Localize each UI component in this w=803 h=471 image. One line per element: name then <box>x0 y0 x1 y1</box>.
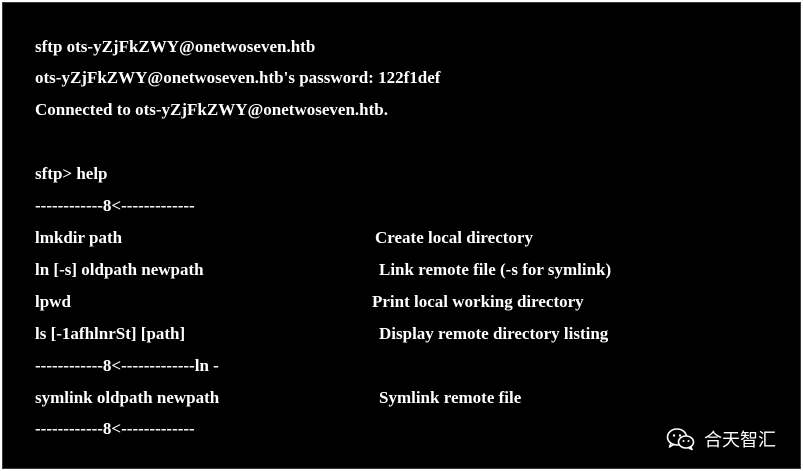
terminal-line-connected: Connected to ots-yZjFkZWY@onetwoseven.ht… <box>35 100 388 119</box>
command-name: ln [-s] oldpath newpath <box>35 260 204 279</box>
command-description: Symlink remote file <box>379 388 522 407</box>
command-name: symlink oldpath newpath <box>35 388 220 407</box>
watermark: 合天智汇 <box>666 426 776 452</box>
terminal-line-prompt-help: sftp> help <box>35 164 108 183</box>
command-description: Display remote directory listing <box>379 324 609 343</box>
watermark-text: 合天智汇 <box>704 430 776 451</box>
command-description: Create local directory <box>375 228 533 247</box>
command-name: ls [-1afhlnrSt] [path] <box>35 324 186 343</box>
command-description: Print local working directory <box>372 292 584 311</box>
terminal-window[interactable]: sftp ots-yZjFkZWY@onetwoseven.htb ots-yZ… <box>2 2 801 469</box>
terminal-line-separator: ------------8<------------- <box>35 196 195 215</box>
wechat-icon <box>666 428 695 451</box>
terminal-line-sftp-command: sftp ots-yZjFkZWY@onetwoseven.htb <box>35 37 316 56</box>
command-name: lmkdir path <box>35 228 123 247</box>
terminal-line-separator-end: ------------8<------------- <box>35 419 195 438</box>
command-name: lpwd <box>35 292 71 311</box>
terminal-line-separator-ln: ------------8<-------------ln - <box>35 356 219 375</box>
command-description: Link remote file (-s for symlink) <box>379 260 612 279</box>
terminal-line-password: ots-yZjFkZWY@onetwoseven.htb's password:… <box>35 68 441 87</box>
